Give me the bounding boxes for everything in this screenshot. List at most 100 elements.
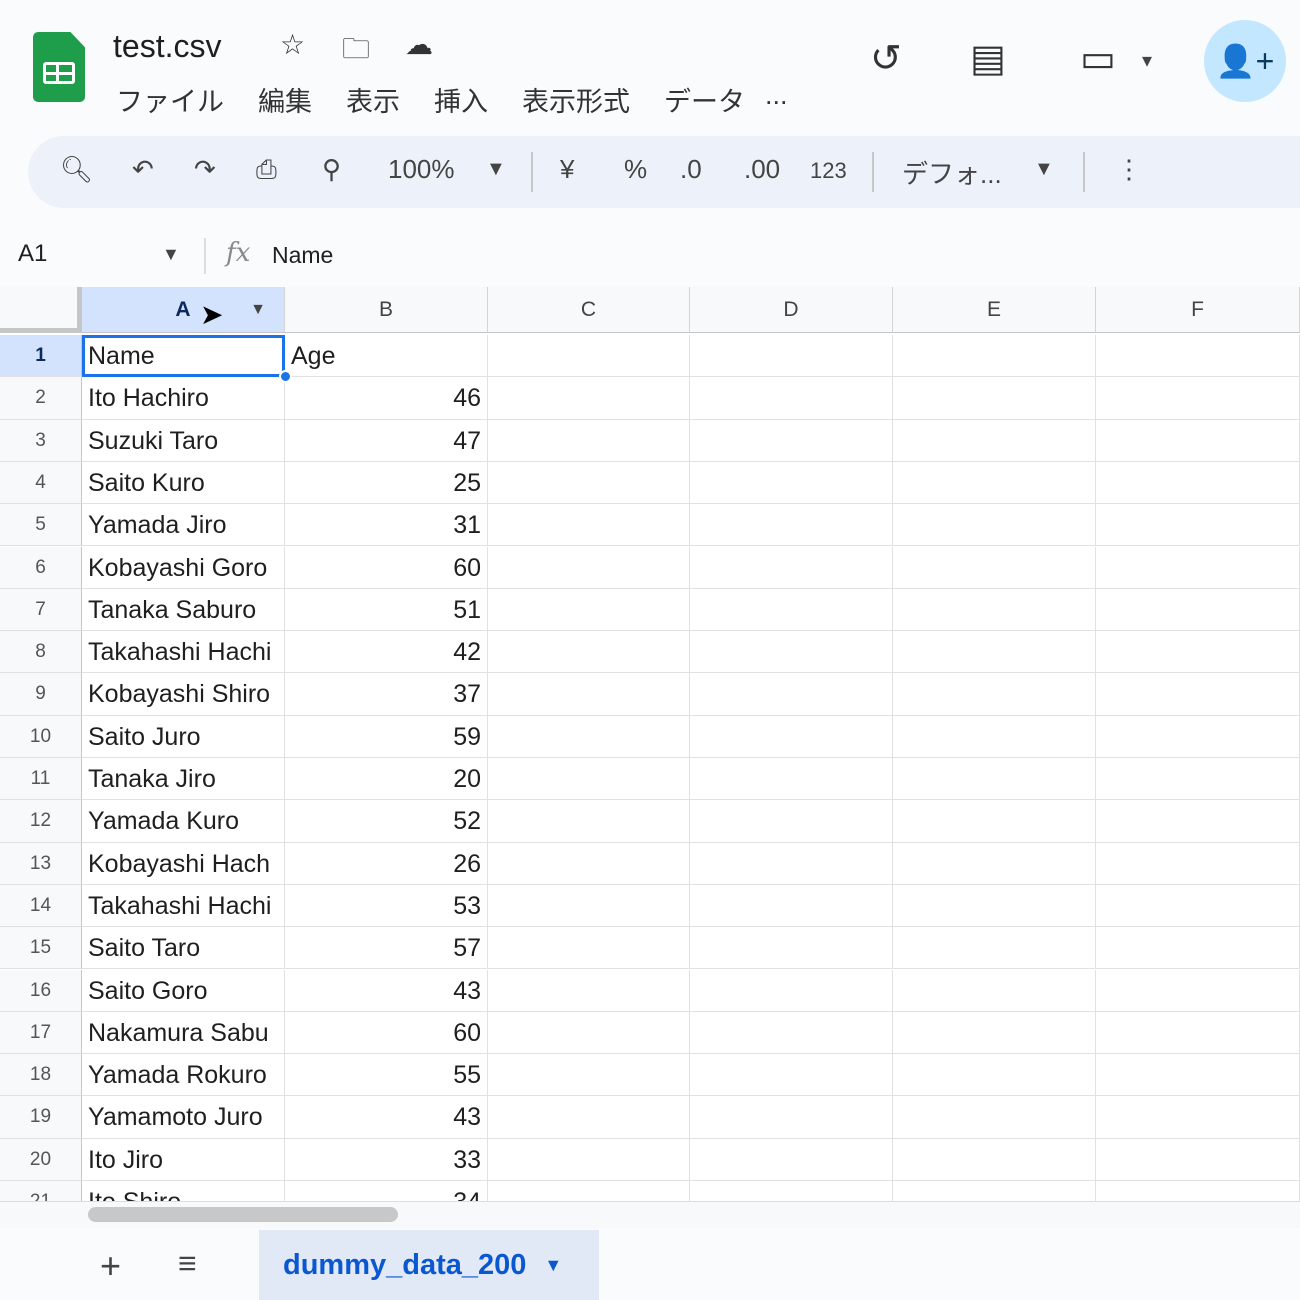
cell-b[interactable]: 57	[285, 927, 488, 970]
cell-b[interactable]: 51	[285, 588, 488, 632]
cell-empty[interactable]	[1096, 842, 1300, 885]
row-header[interactable]: 20	[0, 1138, 82, 1181]
font-dropdown-icon[interactable]: ▼	[1034, 158, 1054, 181]
cell-empty[interactable]	[893, 800, 1096, 843]
row-header[interactable]: 1	[0, 335, 82, 378]
meet-icon[interactable]: ▭	[1080, 36, 1116, 81]
cell-empty[interactable]	[893, 969, 1096, 1012]
cell-empty[interactable]	[690, 1054, 893, 1097]
cell-a[interactable]: Ito Hachiro	[82, 377, 285, 420]
cell-empty[interactable]	[488, 842, 690, 885]
cell-empty[interactable]	[1096, 1011, 1300, 1055]
cell-empty[interactable]	[690, 546, 893, 589]
cell-empty[interactable]	[1096, 715, 1300, 758]
row-header[interactable]: 15	[0, 927, 82, 970]
cell-empty[interactable]	[893, 377, 1096, 420]
cell-empty[interactable]	[690, 461, 893, 505]
cell-empty[interactable]	[488, 927, 690, 970]
cell-b[interactable]: 53	[285, 884, 488, 928]
cell-empty[interactable]	[690, 1096, 893, 1139]
cell-empty[interactable]	[690, 884, 893, 928]
row-header[interactable]: 16	[0, 969, 82, 1012]
select-all-corner[interactable]	[0, 287, 82, 333]
star-icon[interactable]: ☆	[280, 28, 305, 61]
cell-empty[interactable]	[690, 927, 893, 970]
cell-b[interactable]: 31	[285, 504, 488, 547]
row-header[interactable]: 19	[0, 1096, 82, 1139]
menu-file[interactable]: ファイル	[116, 80, 224, 119]
menu-view[interactable]: 表示	[346, 80, 400, 119]
cell-a[interactable]: Saito Taro	[82, 927, 285, 970]
row-header[interactable]: 2	[0, 377, 82, 420]
cell-a[interactable]: Takahashi Hachi	[82, 631, 285, 674]
cell-a[interactable]: Kobayashi Hach	[82, 842, 285, 885]
cell-a[interactable]: Name	[82, 335, 285, 378]
cell-empty[interactable]	[1096, 673, 1300, 716]
cell-empty[interactable]	[690, 335, 893, 378]
cell-empty[interactable]	[893, 631, 1096, 674]
cell-empty[interactable]	[690, 419, 893, 462]
cell-empty[interactable]	[893, 419, 1096, 462]
cell-empty[interactable]	[1096, 927, 1300, 970]
cell-empty[interactable]	[690, 715, 893, 758]
cell-b[interactable]: 43	[285, 969, 488, 1012]
cell-b[interactable]: 52	[285, 800, 488, 843]
cell-empty[interactable]	[1096, 377, 1300, 420]
cell-b[interactable]: 20	[285, 758, 488, 801]
row-header[interactable]: 10	[0, 715, 82, 758]
cell-empty[interactable]	[1096, 335, 1300, 378]
cell-b[interactable]: 34	[285, 1181, 488, 1201]
cell-b[interactable]: 55	[285, 1054, 488, 1097]
row-header[interactable]: 8	[0, 631, 82, 674]
row-header[interactable]: 21	[0, 1181, 82, 1201]
cell-empty[interactable]	[488, 884, 690, 928]
cell-a[interactable]: Suzuki Taro	[82, 419, 285, 462]
decrease-decimal-button[interactable]: .0	[680, 154, 702, 185]
cell-empty[interactable]	[488, 461, 690, 505]
cell-empty[interactable]	[488, 1181, 690, 1201]
cell-empty[interactable]	[488, 1054, 690, 1097]
more-icon[interactable]: ⋮	[1116, 154, 1142, 185]
cell-a[interactable]: Kobayashi Shiro	[82, 673, 285, 716]
row-header[interactable]: 3	[0, 419, 82, 462]
column-menu-icon[interactable]: ▼	[250, 287, 266, 333]
cell-empty[interactable]	[1096, 1054, 1300, 1097]
cell-a[interactable]: Yamada Jiro	[82, 504, 285, 547]
column-header-c[interactable]: C	[488, 287, 690, 333]
cell-empty[interactable]	[488, 758, 690, 801]
cell-empty[interactable]	[893, 546, 1096, 589]
cell-empty[interactable]	[1096, 758, 1300, 801]
fill-handle[interactable]	[279, 370, 292, 383]
cell-empty[interactable]	[893, 1054, 1096, 1097]
row-header[interactable]: 14	[0, 884, 82, 928]
all-sheets-button[interactable]: ≡	[178, 1245, 197, 1282]
cell-empty[interactable]	[1096, 631, 1300, 674]
cell-empty[interactable]	[690, 1181, 893, 1201]
cell-a[interactable]: Nakamura Sabu	[82, 1011, 285, 1055]
row-header[interactable]: 4	[0, 461, 82, 505]
row-header[interactable]: 6	[0, 546, 82, 589]
redo-icon[interactable]: ↷	[194, 154, 216, 185]
cell-empty[interactable]	[488, 377, 690, 420]
column-header-f[interactable]: F	[1096, 287, 1300, 333]
row-header[interactable]: 11	[0, 758, 82, 801]
cell-b[interactable]: 43	[285, 1096, 488, 1139]
cell-empty[interactable]	[1096, 800, 1300, 843]
column-header-d[interactable]: D	[690, 287, 893, 333]
cell-empty[interactable]	[488, 1011, 690, 1055]
menu-data[interactable]: データ	[664, 80, 745, 119]
cell-empty[interactable]	[488, 715, 690, 758]
row-header[interactable]: 7	[0, 588, 82, 632]
cell-empty[interactable]	[893, 1138, 1096, 1181]
cell-a[interactable]: Tanaka Jiro	[82, 758, 285, 801]
cell-empty[interactable]	[690, 588, 893, 632]
cell-empty[interactable]	[893, 504, 1096, 547]
cell-a[interactable]: Yamada Rokuro	[82, 1054, 285, 1097]
cell-empty[interactable]	[488, 673, 690, 716]
cell-empty[interactable]	[893, 927, 1096, 970]
percent-format-button[interactable]: %	[624, 154, 647, 185]
cell-empty[interactable]	[893, 758, 1096, 801]
sheet-tab-dropdown-icon[interactable]: ▼	[544, 1255, 562, 1276]
zoom-dropdown-icon[interactable]: ▼	[486, 158, 506, 181]
meet-dropdown-icon[interactable]: ▾	[1142, 48, 1152, 73]
